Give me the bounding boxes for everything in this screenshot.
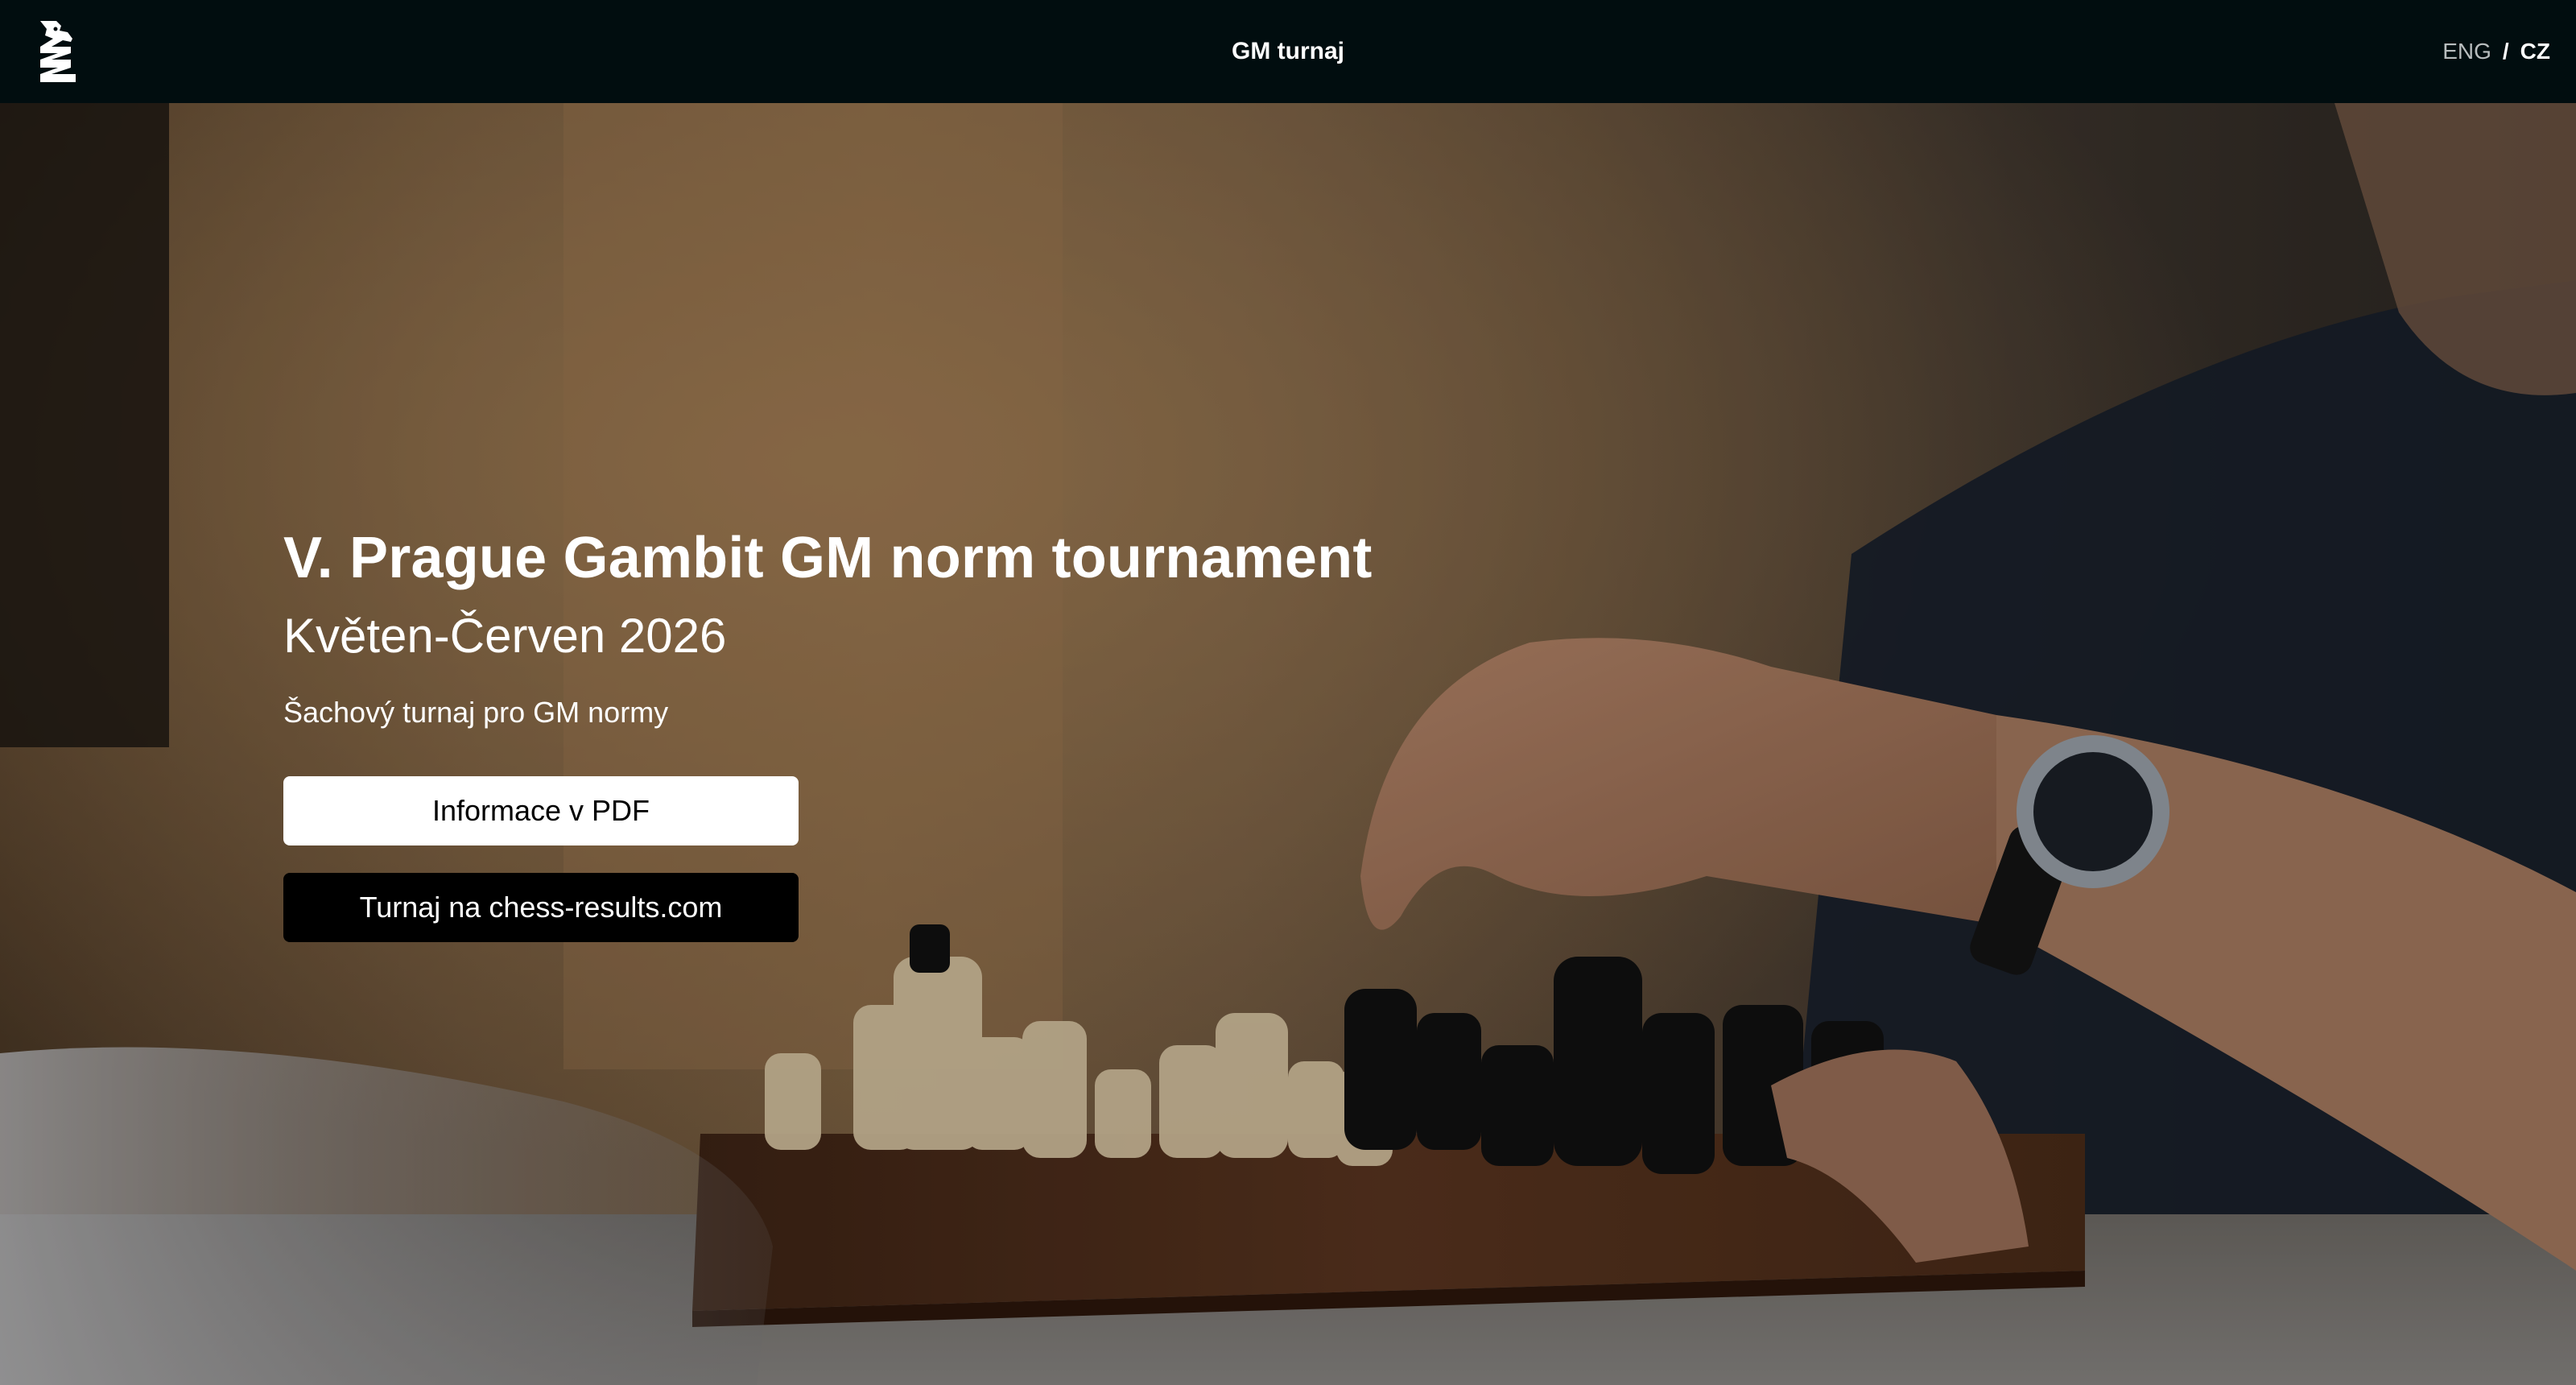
- hero-date: Květen-Červen 2026: [283, 609, 727, 663]
- site-title[interactable]: GM turnaj: [1232, 38, 1344, 64]
- hero-description: Šachový turnaj pro GM normy: [283, 696, 669, 729]
- language-switcher: ENG / CZ: [2442, 0, 2550, 103]
- chess-results-button[interactable]: Turnaj na chess-results.com: [283, 873, 799, 942]
- lang-eng-link[interactable]: ENG: [2442, 39, 2491, 64]
- hero-content: V. Prague Gambit GM norm tournament Květ…: [283, 522, 1571, 942]
- site-title-wrap: GM turnaj: [0, 0, 2576, 103]
- hero-title: V. Prague Gambit GM norm tournament: [283, 526, 1373, 590]
- chess-knight-logo-icon[interactable]: [35, 18, 80, 85]
- lang-cz-link[interactable]: CZ: [2520, 39, 2550, 64]
- pdf-info-button[interactable]: Informace v PDF: [283, 776, 799, 845]
- page: GM turnaj ENG / CZ V. Prague Gambit GM n…: [0, 0, 2576, 1385]
- hero-section: V. Prague Gambit GM norm tournament Květ…: [0, 103, 2576, 1385]
- lang-separator: /: [2502, 39, 2509, 64]
- top-navigation-bar: GM turnaj ENG / CZ: [0, 0, 2576, 103]
